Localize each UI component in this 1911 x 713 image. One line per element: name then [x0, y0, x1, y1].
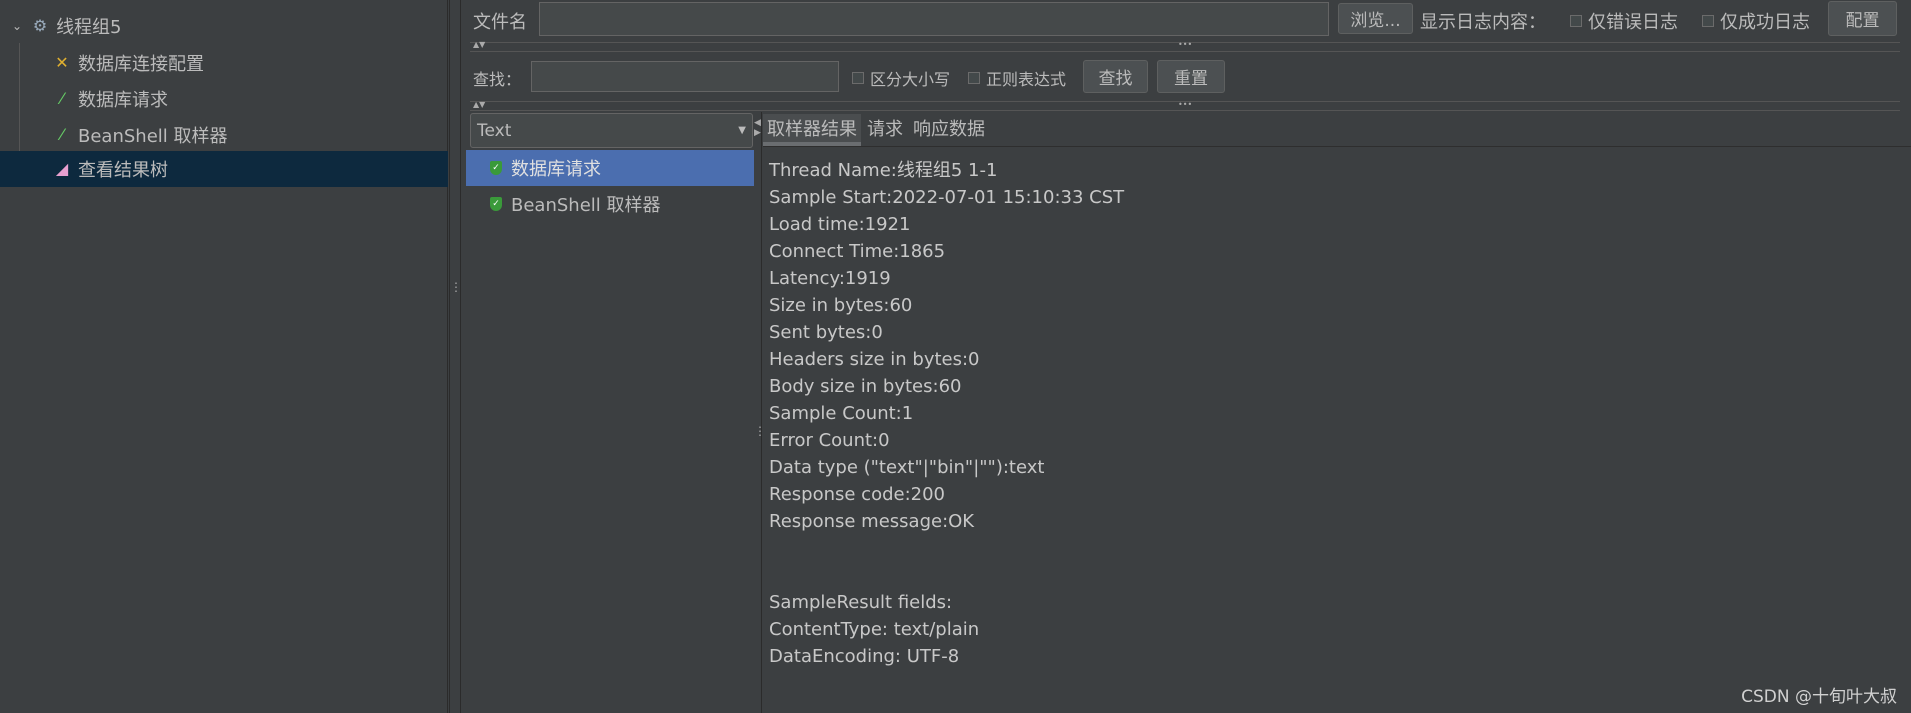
result-line: [769, 562, 1124, 589]
filename-label: 文件名: [473, 12, 527, 33]
search-label: 查找：: [473, 70, 522, 89]
filename-input[interactable]: [539, 2, 1329, 36]
result-line: [769, 535, 1124, 562]
result-line: Connect Time:1865: [769, 241, 946, 262]
collapse-arrows-icon[interactable]: ◀ ▶: [754, 118, 761, 138]
tree-node-view-results-tree[interactable]: ◢ 查看结果树: [0, 151, 448, 187]
checkbox-box[interactable]: [968, 72, 980, 84]
checkbox-label: 仅错误日志: [1588, 12, 1678, 33]
tab-response-data[interactable]: 响应数据: [909, 114, 989, 146]
configure-button[interactable]: 配置: [1828, 1, 1897, 36]
tree-node-jdbc-config[interactable]: ✕ 数据库连接配置: [52, 45, 204, 81]
collapse-arrows-icon[interactable]: ▲▼: [473, 40, 485, 49]
result-line: ContentType: text/plain: [769, 619, 980, 640]
wrench-screwdriver-icon: ✕: [55, 53, 69, 72]
case-sensitive-checkbox[interactable]: 区分大小写: [852, 66, 950, 90]
reset-button[interactable]: 重置: [1157, 60, 1225, 93]
result-line: DataEncoding: UTF-8: [769, 646, 960, 667]
result-line: SampleResult fields:: [769, 592, 953, 613]
watermark: CSDN @十旬叶大叔: [1741, 687, 1897, 707]
result-line: Headers size in bytes:0: [769, 349, 980, 370]
result-item[interactable]: ✓ BeanShell 取样器: [466, 186, 754, 222]
result-line: Sample Count:1: [769, 403, 914, 424]
checkbox-label: 正则表达式: [986, 70, 1067, 89]
result-line: Sent bytes:0: [769, 322, 883, 343]
checkbox-label: 区分大小写: [870, 70, 951, 89]
result-line: Data type ("text"|"bin"|""):text: [769, 457, 1045, 478]
pipette-icon: ⁄: [60, 125, 64, 144]
pipette-icon: ⁄: [60, 89, 64, 108]
tab-request[interactable]: 请求: [863, 114, 907, 146]
chevron-down-icon[interactable]: ⌄: [12, 19, 22, 33]
tree-node-label: 数据库请求: [78, 90, 168, 111]
errors-only-checkbox[interactable]: 仅错误日志: [1570, 8, 1678, 34]
tree-node-label: 查看结果树: [78, 160, 168, 181]
success-shield-icon: ✓: [490, 197, 502, 211]
renderer-select[interactable]: Text ▼: [470, 113, 753, 148]
test-plan-tree: ⌄ ⚙ 线程组5 ✕ 数据库连接配置 ⁄ 数据库请求 ⁄ BeanShell 取…: [0, 0, 448, 713]
find-button[interactable]: 查找: [1083, 60, 1148, 93]
splitter-line: [470, 51, 1900, 52]
tree-node-label: BeanShell 取样器: [78, 126, 228, 147]
tree-node-label: 数据库连接配置: [78, 54, 204, 75]
browse-button[interactable]: 浏览...: [1338, 3, 1413, 34]
drag-handle-icon[interactable]: ⋮: [754, 425, 766, 437]
result-line: Thread Name:线程组5 1-1: [769, 160, 998, 181]
renderer-selected-value: Text: [477, 120, 512, 141]
success-only-checkbox[interactable]: 仅成功日志: [1702, 8, 1810, 34]
main-split-divider[interactable]: ⋮: [449, 0, 462, 713]
dropdown-arrow-icon: ▼: [738, 125, 746, 136]
checkbox-label: 仅成功日志: [1720, 12, 1810, 33]
result-line: Response code:200: [769, 484, 946, 505]
splitter-line: [470, 110, 1900, 111]
checkbox-box[interactable]: [852, 72, 864, 84]
result-line: Response message:OK: [769, 511, 975, 532]
results-list: ✓ 数据库请求 ✓ BeanShell 取样器: [466, 150, 754, 713]
result-label: BeanShell 取样器: [511, 195, 661, 216]
regex-checkbox[interactable]: 正则表达式: [968, 66, 1066, 90]
tree-node-thread-group[interactable]: ⌄ ⚙ 线程组5: [12, 8, 122, 44]
results-split-divider[interactable]: ◀ ▶ ⋮: [754, 112, 766, 713]
checkbox-box[interactable]: [1702, 15, 1714, 27]
result-line: Latency:1919: [769, 268, 891, 289]
drag-handle-icon[interactable]: •••: [1178, 100, 1192, 109]
tree-node-beanshell-sampler[interactable]: ⁄ BeanShell 取样器: [52, 117, 228, 153]
collapse-arrows-icon[interactable]: ▲▼: [473, 100, 485, 109]
drag-handle-icon[interactable]: •••: [1178, 40, 1192, 49]
success-shield-icon: ✓: [490, 161, 502, 175]
result-line: Body size in bytes:60: [769, 376, 962, 397]
sampler-result-text: Thread Name:线程组5 1-1 Sample Start:2022-07…: [769, 157, 1124, 670]
result-line: Sample Start:2022-07-01 15:10:33 CST: [769, 187, 1125, 208]
result-item[interactable]: ✓ 数据库请求: [466, 150, 754, 186]
result-line: Load time:1921: [769, 214, 911, 235]
result-line: Error Count:0: [769, 430, 890, 451]
drag-handle-icon[interactable]: ⋮: [450, 281, 462, 293]
search-input[interactable]: [531, 61, 839, 92]
tree-node-label: 线程组5: [56, 17, 122, 38]
gear-icon: ⚙: [32, 16, 48, 35]
result-label: 数据库请求: [511, 159, 601, 180]
checkbox-box[interactable]: [1570, 15, 1582, 27]
tree-node-jdbc-request[interactable]: ⁄ 数据库请求: [52, 81, 168, 117]
chart-icon: ◢: [55, 159, 69, 178]
result-line: Size in bytes:60: [769, 295, 913, 316]
tab-sampler-result[interactable]: 取样器结果: [763, 114, 861, 146]
result-tabs: 取样器结果 请求 响应数据: [763, 114, 1911, 147]
log-content-label: 显示日志内容：: [1420, 12, 1546, 33]
